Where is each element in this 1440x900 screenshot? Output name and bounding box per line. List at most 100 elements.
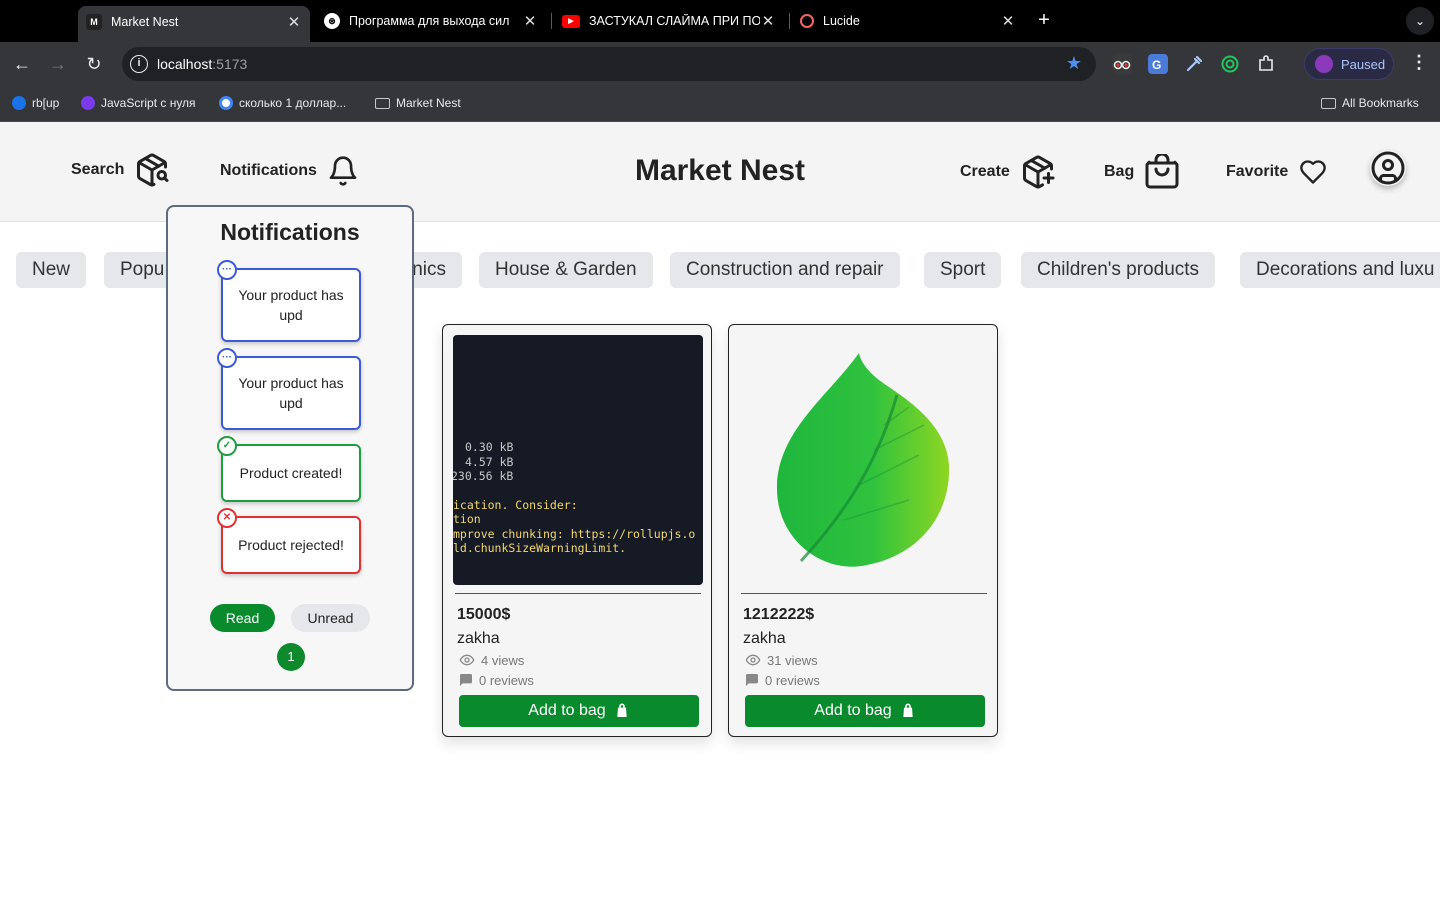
notification-item[interactable]: ··· Your product has upd xyxy=(217,348,361,430)
product-reviews[interactable]: 0 reviews xyxy=(743,672,820,688)
extensions-puzzle-icon[interactable] xyxy=(1256,54,1276,74)
card-divider xyxy=(455,593,701,594)
close-tab-icon[interactable]: ✕ xyxy=(522,12,538,30)
product-seller[interactable]: zakha xyxy=(743,630,786,648)
read-filter-button[interactable]: Read xyxy=(210,604,275,632)
tab-separator xyxy=(551,13,552,29)
category-construction-repair[interactable]: Construction and repair xyxy=(670,252,900,288)
create-button[interactable]: Create xyxy=(960,154,1056,190)
terminal-line: 230.56 kB xyxy=(453,469,514,483)
tab-title: Lucide xyxy=(823,14,860,28)
product-image-leaf[interactable] xyxy=(739,335,989,585)
terminal-line: 4.57 kB xyxy=(465,455,514,469)
x-circle-icon: ✕ xyxy=(217,508,237,528)
terminal-line: mprove chunking: https://rollupjs.o xyxy=(453,527,696,541)
close-tab-icon[interactable]: ✕ xyxy=(760,12,776,30)
reviews-count: 0 reviews xyxy=(765,672,820,688)
new-tab-plus-icon[interactable]: + xyxy=(1032,9,1056,33)
notification-item[interactable]: ✕ Product rejected! xyxy=(217,508,361,574)
category-childrens-products[interactable]: Children's products xyxy=(1021,252,1216,288)
svg-text:G: G xyxy=(1152,58,1161,72)
bookmark-folder-market-nest[interactable]: Market Nest xyxy=(375,96,461,110)
close-tab-icon[interactable]: ✕ xyxy=(286,13,302,31)
add-to-bag-button[interactable]: Add to bag xyxy=(745,695,985,727)
tab-search-chevron-icon[interactable]: ⌄ xyxy=(1406,7,1434,35)
product-price: 1212222$ xyxy=(743,606,815,623)
eye-icon xyxy=(459,654,475,666)
product-card[interactable]: 0.30 kB 4.57 kB 230.56 kB ication. Consi… xyxy=(442,324,712,737)
product-card[interactable]: 1212222$ zakha 31 views 0 reviews Add to… xyxy=(728,324,998,737)
lucide-favicon xyxy=(800,14,814,28)
bookmark-label: All Bookmarks xyxy=(1342,96,1419,110)
terminal-line: tion xyxy=(453,512,481,526)
tab-lucide[interactable]: Lucide ✕ xyxy=(792,6,1024,36)
tab-market-nest[interactable]: M Market Nest ✕ xyxy=(78,6,310,42)
category-decorations-luxury[interactable]: Decorations and luxu xyxy=(1240,252,1440,288)
category-new[interactable]: New xyxy=(16,252,87,288)
notification-item[interactable]: ✓ Product created! xyxy=(217,436,361,502)
message-square-icon xyxy=(460,674,472,686)
bag-label: Bag xyxy=(1104,163,1135,180)
product-views: 31 views xyxy=(743,652,818,668)
tab-chatgpt[interactable]: ⊛ Программа для выхода сил ✕ xyxy=(316,6,546,36)
site-info-icon[interactable]: i xyxy=(130,55,148,73)
extension-glasses-icon[interactable] xyxy=(1112,54,1132,74)
profile-status-label: Paused xyxy=(1341,56,1386,72)
category-house-garden[interactable]: House & Garden xyxy=(479,252,653,288)
address-bar[interactable]: i localhost:5173 ★ xyxy=(122,47,1096,81)
bookmark-star-icon[interactable]: ★ xyxy=(1066,53,1082,74)
back-arrow-icon[interactable]: ← xyxy=(10,52,34,76)
bookmark-rbup[interactable]: rb[up xyxy=(12,96,59,110)
user-profile-button[interactable] xyxy=(1370,150,1406,186)
url-text: localhost:5173 xyxy=(157,56,248,72)
bag-button[interactable]: Bag xyxy=(1104,154,1180,190)
tab-title: Программа для выхода сил xyxy=(349,14,510,28)
all-bookmarks-button[interactable]: All Bookmarks xyxy=(1321,96,1419,110)
shopping-bag-icon xyxy=(617,703,627,717)
unread-filter-button[interactable]: Unread xyxy=(291,604,370,632)
notification-item[interactable]: ··· Your product has upd xyxy=(217,260,361,342)
bookmark-label: Market Nest xyxy=(396,96,461,110)
tab-youtube[interactable]: ▶ ЗАСТУКАЛ СЛАЙМА ПРИ ПО ✕ xyxy=(554,6,784,36)
message-square-icon xyxy=(746,674,758,686)
notification-text: Your product has upd xyxy=(238,287,344,323)
favorite-label: Favorite xyxy=(1226,163,1289,180)
terminal-line: ication. Consider: xyxy=(453,498,578,512)
folder-icon xyxy=(1321,97,1336,109)
profile-paused-button[interactable]: Paused xyxy=(1304,48,1394,80)
forward-arrow-icon[interactable]: → xyxy=(46,52,70,76)
views-count: 31 views xyxy=(767,652,818,668)
market-nest-favicon: M xyxy=(86,14,102,30)
shopping-bag-icon xyxy=(1145,154,1179,189)
bookmark-dollar[interactable]: сколько 1 доллар... xyxy=(219,96,346,110)
check-circle-icon: ✓ xyxy=(217,436,237,456)
create-label: Create xyxy=(960,163,1010,180)
bookmark-javascript[interactable]: JavaScript с нуля xyxy=(81,96,196,110)
extension-eyedropper-icon[interactable] xyxy=(1184,54,1204,74)
extension-green-circle-icon[interactable] xyxy=(1220,54,1240,74)
favorite-button[interactable]: Favorite xyxy=(1226,158,1328,186)
category-sport[interactable]: Sport xyxy=(924,252,1002,288)
bookmark-label: JavaScript с нуля xyxy=(101,96,196,110)
tab-title: ЗАСТУКАЛ СЛАЙМА ПРИ ПО xyxy=(589,14,760,28)
info-dots-icon: ··· xyxy=(217,348,237,368)
tab-title: Market Nest xyxy=(111,15,179,29)
browser-menu-icon[interactable]: ⋮ xyxy=(1410,52,1428,73)
tab-separator xyxy=(789,13,790,29)
product-seller[interactable]: zakha xyxy=(457,630,500,648)
product-reviews[interactable]: 0 reviews xyxy=(457,672,534,688)
close-tab-icon[interactable]: ✕ xyxy=(1000,12,1016,30)
bookmark-label: сколько 1 доллар... xyxy=(239,96,347,110)
reload-icon[interactable]: ↻ xyxy=(82,52,106,76)
javascript-favicon xyxy=(81,96,95,110)
views-count: 4 views xyxy=(481,652,525,668)
product-image-terminal[interactable]: 0.30 kB 4.57 kB 230.56 kB ication. Consi… xyxy=(453,335,703,585)
heart-icon xyxy=(1300,160,1327,184)
add-to-bag-button[interactable]: Add to bag xyxy=(459,695,699,727)
pagination-page-1[interactable]: 1 xyxy=(277,643,305,671)
browser-toolbar: ← → ↻ i localhost:5173 ★ G Paused ⋮ xyxy=(0,42,1440,86)
extension-translate-icon[interactable]: G xyxy=(1148,54,1168,74)
openai-favicon: ⊛ xyxy=(324,13,340,29)
bookmark-label: rb[up xyxy=(32,96,60,110)
brand-title[interactable]: Market Nest xyxy=(0,154,1440,188)
